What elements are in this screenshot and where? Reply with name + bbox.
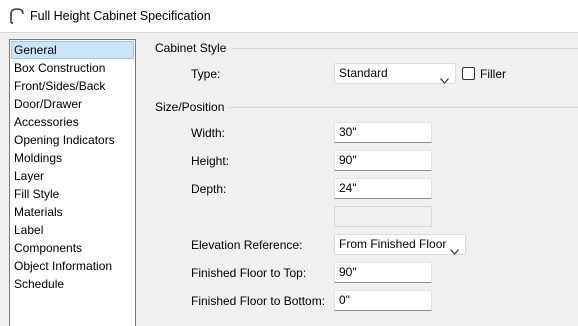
- chevron-down-icon: [450, 242, 459, 255]
- sidebar-item-accessories[interactable]: Accessories: [11, 114, 134, 132]
- floor-to-bottom-input[interactable]: 0": [334, 290, 432, 311]
- elevation-reference-dropdown[interactable]: From Finished Floor: [334, 234, 466, 255]
- height-input[interactable]: 90": [334, 150, 432, 171]
- width-label: Width:: [191, 126, 226, 140]
- sidebar-item-moldings[interactable]: Moldings: [11, 150, 134, 168]
- chevron-down-icon: [440, 71, 449, 84]
- elevation-reference-value: From Finished Floor: [339, 237, 447, 251]
- depth-input[interactable]: 24": [334, 178, 432, 199]
- sidebar-item-schedule[interactable]: Schedule: [11, 276, 134, 294]
- type-dropdown-value: Standard: [339, 66, 388, 80]
- sidebar-item-label[interactable]: Label: [11, 222, 134, 240]
- floor-to-top-input[interactable]: 90": [334, 262, 432, 283]
- floor-to-bottom-label: Finished Floor to Bottom:: [191, 294, 326, 308]
- sidebar-item-materials[interactable]: Materials: [11, 204, 134, 222]
- sidebar-item-box-construction[interactable]: Box Construction: [11, 60, 134, 78]
- sidebar-item-fill-style[interactable]: Fill Style: [11, 186, 134, 204]
- sidebar-item-general[interactable]: General: [11, 41, 134, 59]
- sidebar-item-opening-indicators[interactable]: Opening Indicators: [11, 132, 134, 150]
- filler-label: Filler: [480, 67, 506, 81]
- sidebar-item-layer[interactable]: Layer: [11, 168, 134, 186]
- height-label: Height:: [191, 154, 230, 168]
- floor-to-top-label: Finished Floor to Top:: [191, 266, 307, 280]
- sidebar-item-front-sides-back[interactable]: Front/Sides/Back: [11, 78, 134, 96]
- sidebar-item-door-drawer[interactable]: Door/Drawer: [11, 96, 134, 114]
- depth-label: Depth:: [191, 182, 227, 196]
- size-position-group-rule: [229, 107, 578, 108]
- elevation-reference-label: Elevation Reference:: [191, 238, 303, 252]
- cabinet-style-group-rule: [232, 48, 578, 49]
- category-list[interactable]: General Box Construction Front/Sides/Bac…: [9, 39, 136, 326]
- sidebar-item-components[interactable]: Components: [11, 240, 134, 258]
- width-input[interactable]: 30": [334, 122, 432, 143]
- sidebar-item-object-information[interactable]: Object Information: [11, 258, 134, 276]
- cabinet-style-group-title: Cabinet Style: [155, 41, 227, 55]
- type-label: Type:: [191, 67, 221, 81]
- cabinet-app-icon: [8, 7, 26, 25]
- disabled-field: [334, 206, 432, 227]
- title-bar: Full Height Cabinet Specification: [0, 0, 578, 32]
- window-title: Full Height Cabinet Specification: [30, 9, 211, 23]
- type-dropdown[interactable]: Standard: [334, 63, 456, 84]
- size-position-group-title: Size/Position: [155, 100, 225, 114]
- title-divider: [0, 32, 578, 33]
- filler-checkbox[interactable]: [462, 67, 475, 80]
